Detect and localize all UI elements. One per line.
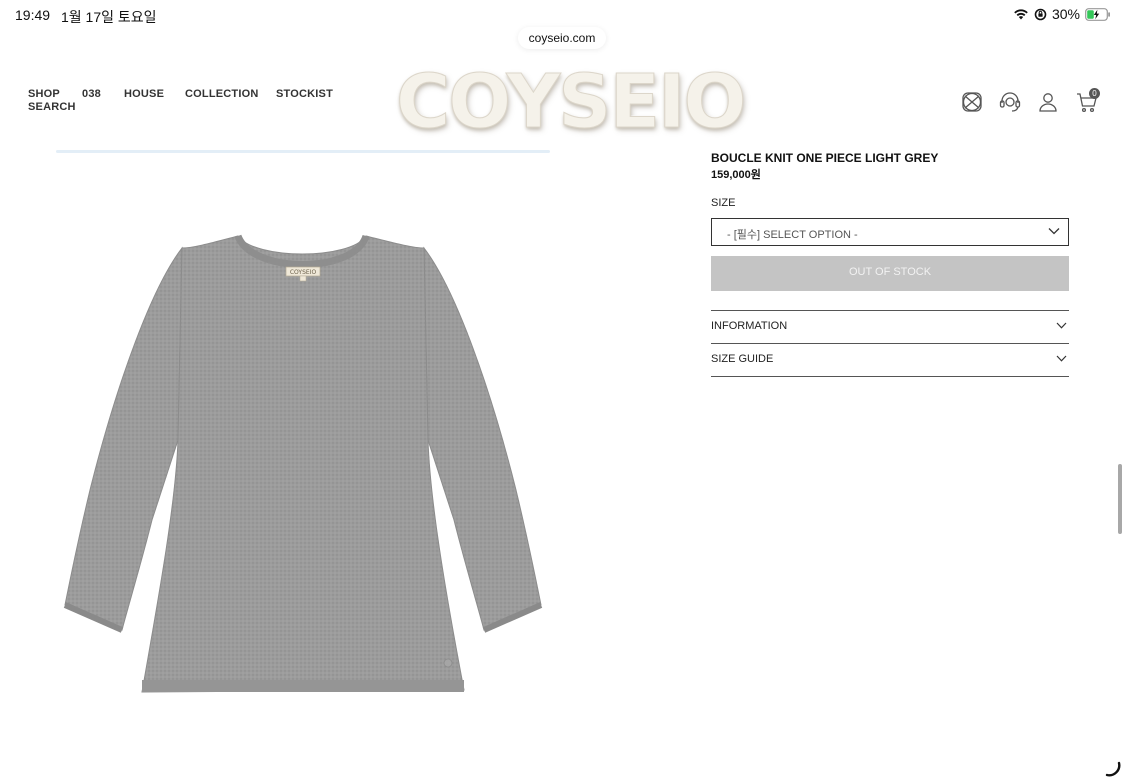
battery-charging-icon bbox=[1085, 7, 1110, 21]
size-select[interactable]: - [필수] SELECT OPTION - bbox=[711, 218, 1069, 246]
status-time: 19:49 bbox=[15, 7, 51, 23]
chevron-down-icon bbox=[1056, 355, 1067, 362]
accordion-size-guide-label: SIZE GUIDE bbox=[711, 353, 774, 365]
status-date: 1월 17일 토요일 bbox=[61, 9, 157, 25]
user-icon[interactable] bbox=[1036, 90, 1060, 114]
product-price: 159,000원 bbox=[711, 169, 761, 181]
scrollbar-thumb[interactable] bbox=[1118, 464, 1122, 534]
nav-item-collection[interactable]: COLLECTION bbox=[185, 88, 259, 100]
status-bar: 19:49 1월 17일 토요일 30% bbox=[0, 0, 1125, 30]
sweater-body bbox=[141, 235, 465, 693]
accordion-information-label: INFORMATION bbox=[711, 320, 788, 332]
out-of-stock-button[interactable]: OUT OF STOCK bbox=[711, 256, 1069, 291]
nav-item-038[interactable]: 038 bbox=[82, 88, 101, 100]
embroidery-mark bbox=[443, 658, 453, 668]
accordion-information[interactable]: INFORMATION bbox=[711, 311, 1069, 343]
chevron-down-icon bbox=[1048, 228, 1060, 235]
headset-icon[interactable] bbox=[998, 90, 1022, 114]
loading-spinner-icon bbox=[1105, 761, 1121, 777]
garment-label-text: COYSEIO bbox=[290, 269, 317, 276]
url-bar[interactable]: coyseio.com bbox=[518, 27, 606, 49]
product-image[interactable]: COYSEIO bbox=[60, 230, 546, 700]
nav-item-shop[interactable]: SHOP bbox=[28, 88, 60, 100]
orientation-lock-icon bbox=[1034, 8, 1047, 20]
globe-icon[interactable] bbox=[960, 90, 984, 114]
battery-percent: 30% bbox=[1051, 6, 1080, 22]
cart-count-badge: 0 bbox=[1089, 88, 1100, 99]
wifi-icon bbox=[1014, 9, 1028, 20]
size-select-value: - [필수] SELECT OPTION - bbox=[727, 229, 858, 241]
brand-logo[interactable]: COYSEIO bbox=[396, 64, 747, 141]
nav-item-stockist[interactable]: STOCKIST bbox=[276, 88, 333, 100]
product-title: BOUCLE KNIT ONE PIECE LIGHT GREY bbox=[711, 151, 939, 165]
nav-item-search[interactable]: SEARCH bbox=[28, 101, 76, 113]
nav-item-house[interactable]: HOUSE bbox=[124, 88, 164, 100]
size-label: SIZE bbox=[711, 197, 736, 209]
cart-icon[interactable]: 0 bbox=[1075, 88, 1100, 114]
chevron-down-icon bbox=[1056, 322, 1067, 329]
status-indicators: 30% bbox=[1013, 6, 1111, 22]
gallery-progress-bar bbox=[56, 150, 550, 153]
accordion-size-guide[interactable]: SIZE GUIDE bbox=[711, 344, 1069, 376]
accordion-divider bbox=[711, 376, 1069, 377]
